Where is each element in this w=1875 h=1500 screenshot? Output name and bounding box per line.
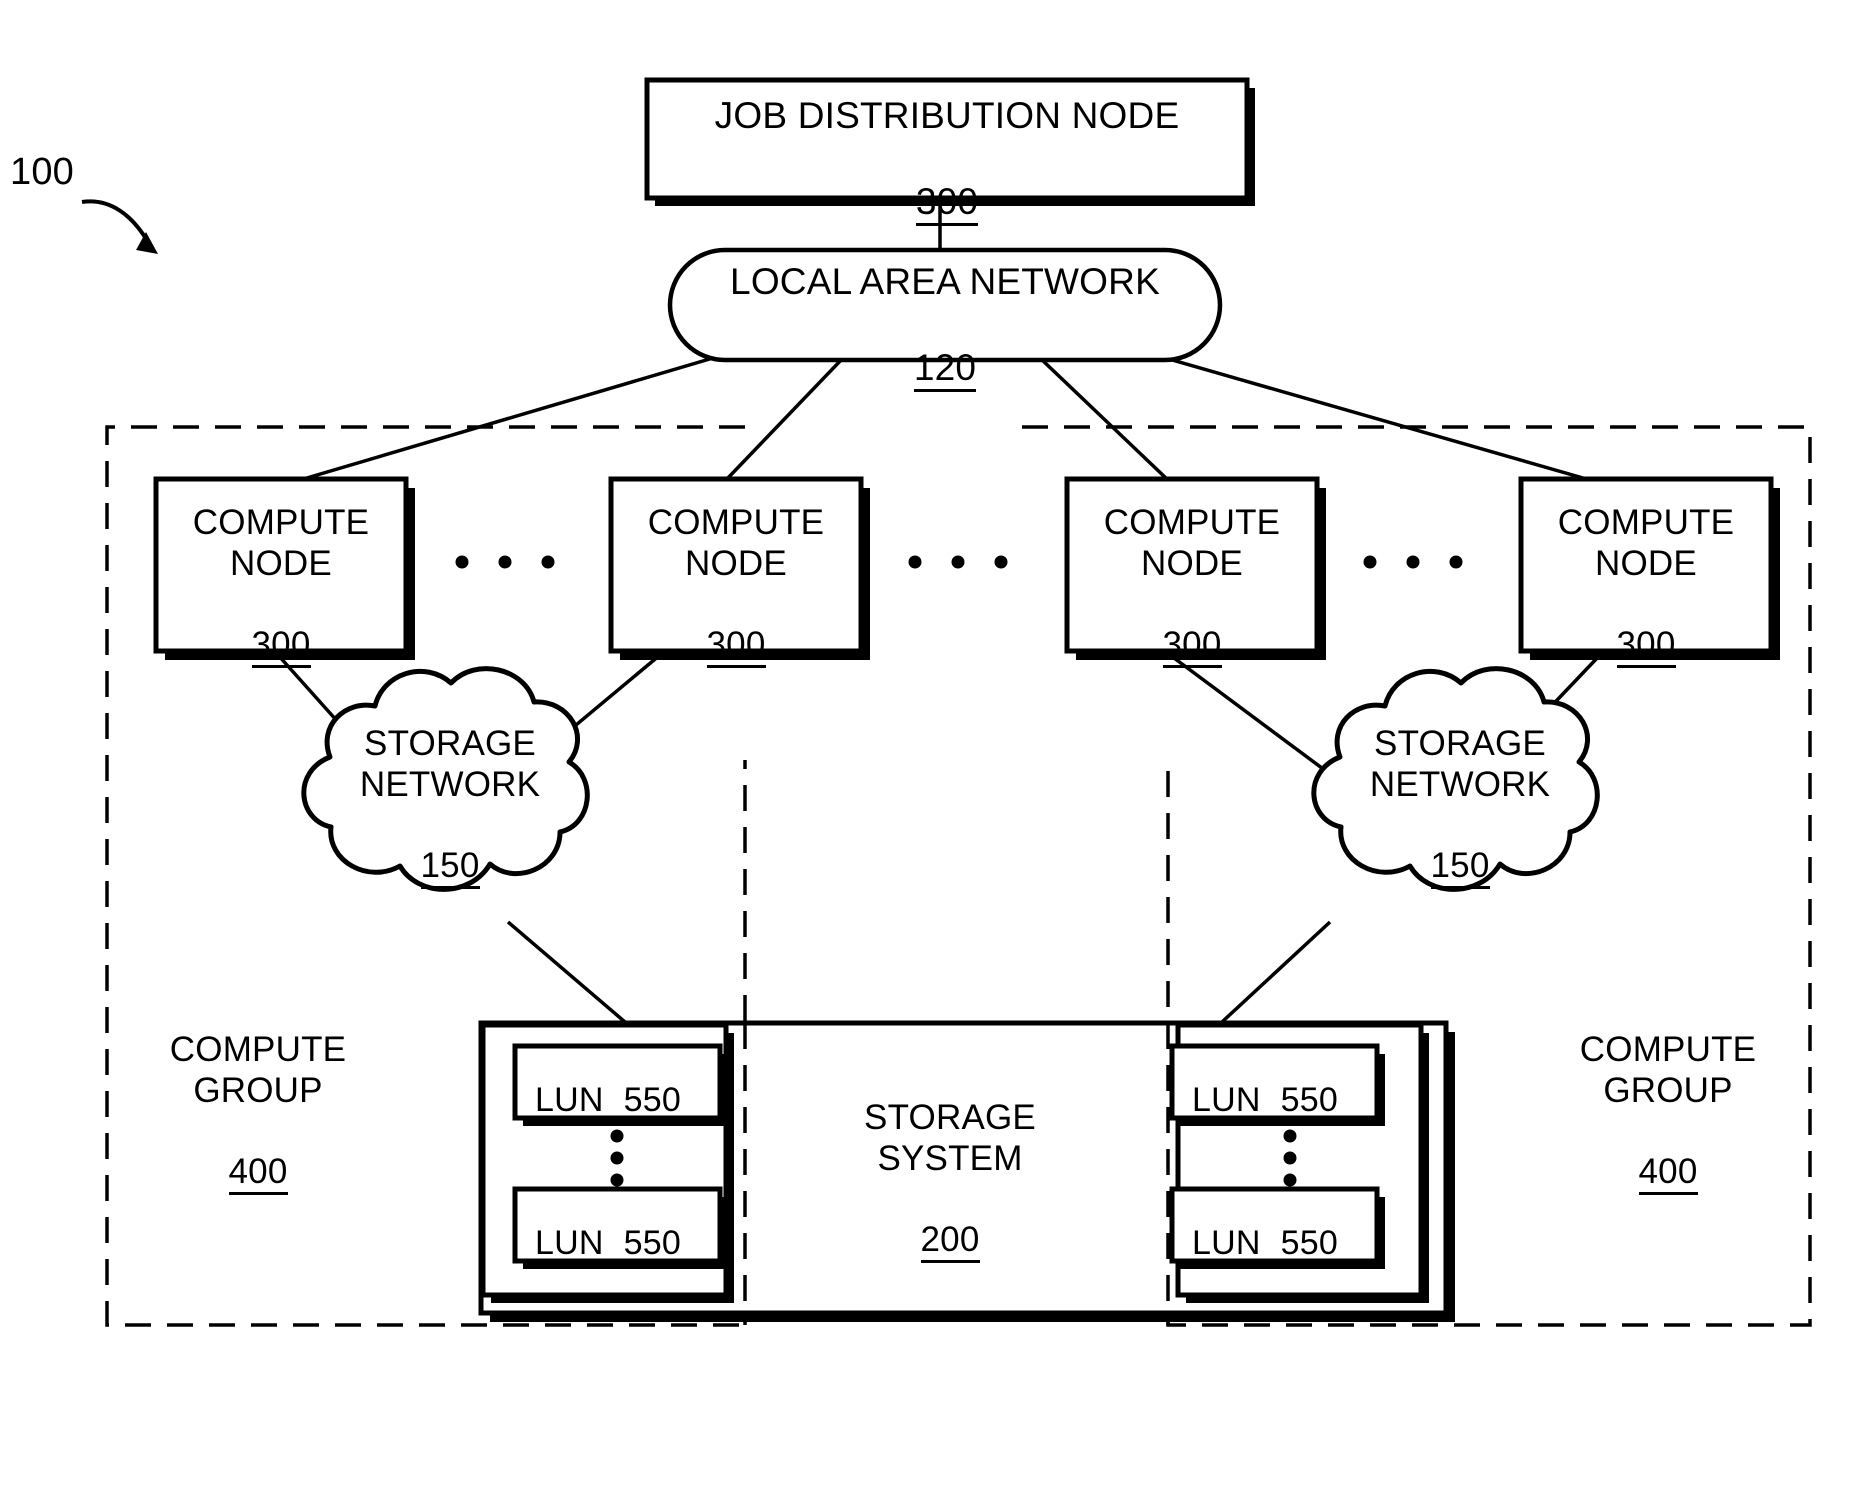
compute-node-title-3: COMPUTE NODE — [1103, 503, 1281, 583]
lun-label-right-bottom: LUN 550 — [1192, 1185, 1338, 1266]
storage-system-ref: 200 — [920, 1221, 980, 1263]
compute-group-title-1: COMPUTE GROUP — [169, 1030, 347, 1110]
compute-node-label-2: COMPUTE NODE 300 — [631, 463, 841, 668]
job-distribution-node-title: JOB DISTRIBUTION NODE — [714, 94, 1180, 136]
ellipsis-dots-cn-2-3 — [908, 555, 1008, 569]
lun-ref-right-bottom: 550 — [1280, 1225, 1338, 1266]
lun-label-left-top: LUN 550 — [535, 1042, 681, 1123]
ellipsis-dots-lun-right — [1283, 1129, 1297, 1187]
compute-group-title-2: COMPUTE GROUP — [1579, 1030, 1757, 1110]
storage-system-title: STORAGE SYSTEM — [864, 1098, 1036, 1178]
storage-network-title-1: STORAGE NETWORK — [359, 724, 541, 804]
connector-sn1-to-storage-system — [506, 920, 627, 1024]
figure-reference-number: 100 — [10, 151, 75, 193]
local-area-network-label: LOCAL AREA NETWORK 120 — [715, 218, 1175, 392]
storage-system-label: STORAGE SYSTEM 200 — [820, 1058, 1080, 1263]
lun-title-left-bottom: LUN — [535, 1223, 604, 1262]
compute-node-label-1: COMPUTE NODE 300 — [176, 463, 386, 668]
figure-reference-leader — [81, 199, 158, 254]
compute-node-ref-3: 300 — [1162, 626, 1222, 668]
compute-group-ref-1: 400 — [228, 1153, 288, 1195]
storage-network-title-2: STORAGE NETWORK — [1369, 724, 1551, 804]
storage-network-ref-2: 150 — [1430, 847, 1490, 889]
ellipsis-dots-lun-left — [610, 1129, 624, 1187]
compute-group-label-2: COMPUTE GROUP 400 — [1543, 990, 1793, 1195]
compute-node-title-4: COMPUTE NODE — [1557, 503, 1735, 583]
lun-title-right-top: LUN — [1192, 1080, 1261, 1119]
compute-node-ref-4: 300 — [1616, 626, 1676, 668]
lun-label-left-bottom: LUN 550 — [535, 1185, 681, 1266]
connector-lan-to-cn4 — [1119, 343, 1591, 482]
storage-network-label-1: STORAGE NETWORK 150 — [330, 684, 570, 889]
connector-cn3-to-sn2 — [1168, 653, 1340, 782]
lun-ref-left-bottom: 550 — [623, 1225, 681, 1266]
lun-label-right-top: LUN 550 — [1192, 1042, 1338, 1123]
lun-ref-right-top: 550 — [1280, 1082, 1338, 1123]
local-area-network-title: LOCAL AREA NETWORK — [730, 260, 1160, 302]
lun-title-right-bottom: LUN — [1192, 1223, 1261, 1262]
compute-node-label-3: COMPUTE NODE 300 — [1087, 463, 1297, 668]
compute-node-label-4: COMPUTE NODE 300 — [1541, 463, 1751, 668]
connector-lan-to-cn1 — [299, 343, 758, 482]
connector-sn2-to-storage-system — [1220, 920, 1332, 1024]
patent-figure: 100 JOB DISTRIBUTION NODE 300 LOCAL AREA… — [0, 0, 1875, 1500]
storage-network-label-2: STORAGE NETWORK 150 — [1340, 684, 1580, 889]
local-area-network-ref: 120 — [913, 348, 977, 392]
compute-node-title-2: COMPUTE NODE — [647, 503, 825, 583]
compute-group-ref-2: 400 — [1638, 1153, 1698, 1195]
ellipsis-dots-cn-1-2 — [455, 555, 555, 569]
compute-group-label-1: COMPUTE GROUP 400 — [133, 990, 383, 1195]
compute-node-title-1: COMPUTE NODE — [192, 503, 370, 583]
job-distribution-node-label: JOB DISTRIBUTION NODE 300 — [697, 52, 1197, 226]
compute-node-ref-1: 300 — [251, 626, 311, 668]
ellipsis-dots-cn-3-4 — [1363, 555, 1463, 569]
compute-node-ref-2: 300 — [706, 626, 766, 668]
lun-ref-left-top: 550 — [623, 1082, 681, 1123]
storage-network-ref-1: 150 — [420, 847, 480, 889]
lun-title-left-top: LUN — [535, 1080, 604, 1119]
